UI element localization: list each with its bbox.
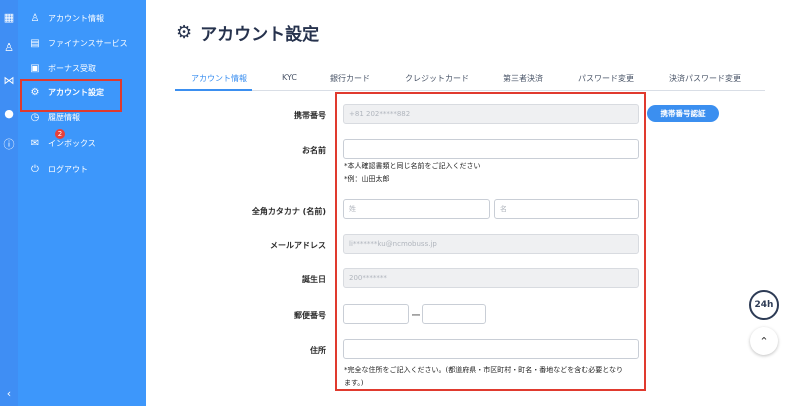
sidebar-item-bonus[interactable]: ▣ ボーナス受取 [28,59,96,77]
tab-password-change[interactable]: パスワード変更 [578,73,634,84]
grid-icon[interactable]: ▦ [2,10,16,24]
sidebar-highlight-box [20,79,122,112]
share-icon[interactable]: ⋈ [2,73,16,87]
email-label: メールアドレス [270,241,326,250]
inbox-badge: 2 [55,129,65,139]
gift-icon: ▣ [30,62,40,74]
history-icon: ◷ [30,111,40,123]
app-window: ▦ ♙ ⋈ ● ⓘ ‹ ♙ アカウント情報 ▤ ファイナンスサービス ▣ ボーナ… [0,0,796,406]
kana-label: 全角カタカナ (名前) [251,207,326,216]
form-highlight-box [335,92,646,391]
tab-bank-card[interactable]: 銀行カード [330,73,370,84]
record-icon[interactable]: ● [2,106,16,120]
gear-icon: ⚙ [176,22,193,43]
tab-account-info[interactable]: アカウント情報 [191,73,247,84]
sidebar-item-account-info[interactable]: ♙ アカウント情報 [28,9,104,27]
icon-rail: ▦ ♙ ⋈ ● ⓘ ‹ [0,0,18,406]
tab-credit-card[interactable]: クレジットカード [405,73,469,84]
info-icon[interactable]: ⓘ [2,137,16,151]
sidebar-item-label: アカウント情報 [48,13,104,23]
verify-phone-button[interactable]: 携帯番号認証 [647,105,719,122]
tab-bar: アカウント情報 KYC 銀行カード クレジットカード 第三者決済 パスワード変更… [175,70,765,91]
tab-payment-password-change[interactable]: 決済パスワード変更 [669,73,741,84]
birth-label: 誕生日 [302,275,326,284]
sidebar-item-label: ファイナンスサービス [48,38,128,48]
chat-support-button[interactable]: 24h [749,290,779,320]
sidebar-item-label: ボーナス受取 [48,63,96,73]
active-tab-underline [175,89,252,91]
name-label: お名前 [302,146,326,155]
phone-label: 携帯番号 [294,111,326,120]
sidebar-item-finance[interactable]: ▤ ファイナンスサービス [28,34,128,52]
sidebar-item-logout[interactable]: ⏻ ログアウト [28,160,88,178]
arrow-up-icon[interactable]: ⌃ [750,327,778,355]
inbox-icon: ✉ [30,137,40,149]
user-rail-icon[interactable]: ♙ [2,40,16,54]
finance-icon: ▤ [30,37,40,49]
logout-icon: ⏻ [31,163,39,175]
collapse-icon[interactable]: ‹ [2,386,16,400]
sidebar-item-label: 履歴情報 [48,112,80,122]
main-panel: ⚙ アカウント設定 アカウント情報 KYC 銀行カード クレジットカード 第三者… [146,0,796,406]
user-icon: ♙ [30,12,40,24]
sidebar-item-label: ログアウト [48,164,88,174]
tab-third-party-payment[interactable]: 第三者決済 [503,73,543,84]
page-title-text: アカウント設定 [200,25,320,45]
page-title: ⚙ アカウント設定 [176,20,319,45]
address-label: 住所 [310,346,326,355]
sidebar: ♙ アカウント情報 ▤ ファイナンスサービス ▣ ボーナス受取 ⚙ アカウント設… [18,0,146,406]
zip-label: 郵便番号 [294,311,326,320]
sidebar-item-label: インボックス [48,138,96,148]
tab-kyc[interactable]: KYC [282,73,297,82]
